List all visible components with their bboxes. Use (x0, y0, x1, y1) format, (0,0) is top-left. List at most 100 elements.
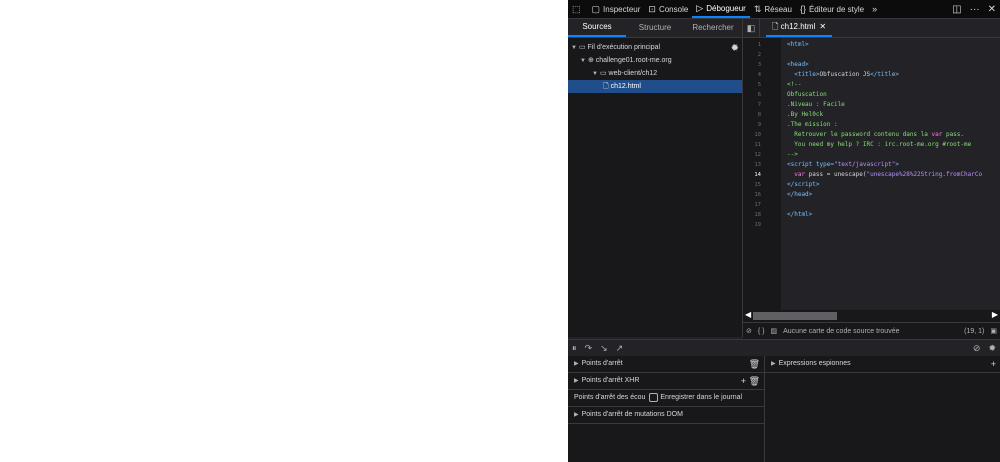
tree-label: challenge01.root-me.org (595, 57, 672, 64)
code-editor[interactable]: 1 2 3 4 5 6 7 8 9 10 11 12 13 14 15 16 1… (743, 38, 1000, 310)
add-icon[interactable]: + (741, 376, 746, 386)
tab-label: Inspecteur (603, 4, 641, 14)
line-number: 13 (754, 162, 761, 168)
pick-element-button[interactable]: ⬚ (568, 0, 588, 18)
dom-mutation-breakpoints-section[interactable]: ▶ Points d'arrêt de mutations DOM (568, 407, 764, 424)
tab-style-editor[interactable]: {} Éditeur de style (796, 0, 868, 18)
tab-structure[interactable]: Structure (626, 19, 684, 37)
expand-arrow-icon: ▶ (771, 361, 776, 367)
cursor-position[interactable]: (19, 1) (961, 328, 987, 335)
log-label: Enregistrer dans le journal (660, 394, 743, 401)
code-line: <head> (787, 61, 809, 68)
devtools-panel: ⬚ ▢ Inspecteur ⊡ Console ▷ Débogueur ⇅ Résea… (568, 0, 1000, 462)
breakpoints-pane: ▶ Points d'arrêt 🗑 ▶ Points d'arrêt XHR + … (568, 356, 765, 462)
code-line: You need my help ? IRC : irc.root-me.org… (787, 141, 972, 148)
more-options-icon[interactable]: ··· (966, 4, 984, 15)
step-over-icon[interactable]: ↷ (581, 343, 597, 354)
line-number: 18 (754, 212, 761, 218)
tab-debugger[interactable]: ▷ Débogueur (692, 0, 750, 18)
tree-label: ch12.html (610, 83, 641, 90)
close-icon[interactable]: ✕ (984, 4, 1000, 15)
line-number: 17 (754, 202, 761, 208)
more-tabs-button[interactable]: » (868, 0, 884, 18)
chevron-double-right-icon: » (872, 4, 878, 14)
section-label: Points d'arrêt des écou (574, 394, 646, 401)
tab-sources[interactable]: Sources (568, 19, 626, 37)
dock-icon[interactable]: ◫ (948, 4, 965, 15)
line-number: 19 (754, 222, 761, 228)
line-number: 11 (754, 142, 761, 148)
code-line: .By Hel0ck (787, 111, 824, 118)
watch-expressions-section[interactable]: ▶ Expressions espionnes + (765, 356, 1000, 373)
code-line: <html> (787, 41, 809, 48)
toggle-sidebar-icon[interactable]: ◧ (743, 19, 760, 37)
window-icon: ▭ (578, 44, 588, 51)
source-map-status: Aucune carte de code source trouvée (783, 327, 900, 335)
code-line: .Niveau : Facile (787, 101, 845, 108)
tree-folder[interactable]: ▼ ▭ web-client/ch12 (568, 67, 742, 80)
section-label: Expressions espionnes (778, 360, 851, 367)
debugger-settings-icon[interactable]: ✹ (984, 343, 1000, 354)
file-icon: 🗋 (772, 22, 781, 31)
tab-network[interactable]: ⇅ Réseau (750, 0, 796, 18)
editor-tab-label: ch12.html (780, 22, 816, 31)
step-in-icon[interactable]: ↘ (596, 343, 612, 354)
console-icon: ⊡ (648, 3, 656, 14)
section-label: Points d'arrêt XHR (581, 377, 640, 384)
code-line: --> (787, 151, 798, 158)
tree-domain[interactable]: ▼ ⊕ challenge01.root-me.org (568, 54, 742, 67)
line-number: 10 (754, 132, 761, 138)
pick-element-icon: ⬚ (572, 3, 581, 14)
line-number: 12 (754, 152, 761, 158)
tab-search[interactable]: Rechercher (684, 19, 742, 37)
disable-breakpoints-icon[interactable]: ⊘ (969, 343, 985, 354)
section-label: Points d'arrêt (581, 360, 623, 367)
devtools-toolbar: ⬚ ▢ Inspecteur ⊡ Console ▷ Débogueur ⇅ Résea… (568, 0, 1000, 19)
expand-arrow-icon: ▶ (574, 412, 579, 418)
pause-icon[interactable]: ⏸ (568, 343, 581, 354)
tab-inspector[interactable]: ▢ Inspecteur (588, 0, 645, 18)
scrollbar-thumb[interactable] (753, 312, 837, 320)
xhr-breakpoints-section[interactable]: ▶ Points d'arrêt XHR + 🗑 (568, 373, 764, 390)
expand-arrow-icon: ▶ (574, 378, 579, 384)
step-out-icon[interactable]: ↗ (612, 343, 628, 354)
breakpoints-section[interactable]: ▶ Points d'arrêt 🗑 (568, 356, 764, 373)
tab-label: Console (658, 4, 689, 14)
blackbox-icon[interactable]: ⊘ (743, 327, 755, 335)
expand-arrow-icon: ▼ (571, 45, 577, 51)
close-tab-icon[interactable]: ✕ (819, 22, 826, 31)
scroll-right-icon[interactable]: ▶ (992, 310, 998, 319)
tab-console[interactable]: ⊡ Console (644, 0, 692, 18)
log-checkbox[interactable] (649, 392, 659, 402)
code-line: Retrouver le password contenu dans la va… (787, 131, 965, 138)
tab-label: Réseau (764, 4, 792, 14)
scroll-left-icon[interactable]: ◀ (745, 310, 751, 319)
folder-icon: ▭ (599, 70, 609, 77)
line-number: 9 (757, 122, 761, 128)
debugger-command-bar: ⏸ ↷ ↘ ↗ ⊘ ✹ (568, 339, 1000, 357)
horizontal-scrollbar[interactable]: ◀ ▶ (743, 310, 1000, 322)
line-numbers: 1 2 3 4 5 6 7 8 9 10 11 12 13 14 15 16 1… (743, 40, 781, 230)
code-line: </script> (787, 181, 820, 188)
tab-label: Éditeur de style (808, 4, 865, 14)
code-line: var pass = unescape("unescape%28%22Strin… (787, 171, 983, 178)
trash-icon[interactable]: 🗑 (749, 356, 760, 372)
tree-file[interactable]: 🗋 ch12.html (568, 80, 742, 93)
file-icon: 🗋 (603, 83, 611, 90)
style-editor-icon: {} (799, 4, 806, 14)
globe-icon: ⊕ (587, 57, 596, 64)
toggle-pane-icon[interactable]: ▣ (987, 327, 1000, 335)
pretty-print-icon[interactable]: { } (755, 328, 768, 335)
source-map-icon: ▨ (770, 328, 778, 335)
editor-tab-file[interactable]: 🗋 ch12.html ✕ (766, 19, 833, 37)
tab-label: Débogueur (706, 3, 746, 13)
tree-thread[interactable]: ▼ ▭ Fil d'exécution principal ✹ (568, 41, 742, 54)
trash-icon[interactable]: 🗑 (749, 376, 760, 386)
editor-tabs: ◧ 🗋 ch12.html ✕ (743, 19, 1000, 38)
code-line: Obfuscation (787, 91, 827, 98)
line-number: 5 (757, 82, 761, 88)
expand-arrow-icon: ▼ (580, 58, 586, 64)
add-icon[interactable]: + (991, 356, 996, 372)
